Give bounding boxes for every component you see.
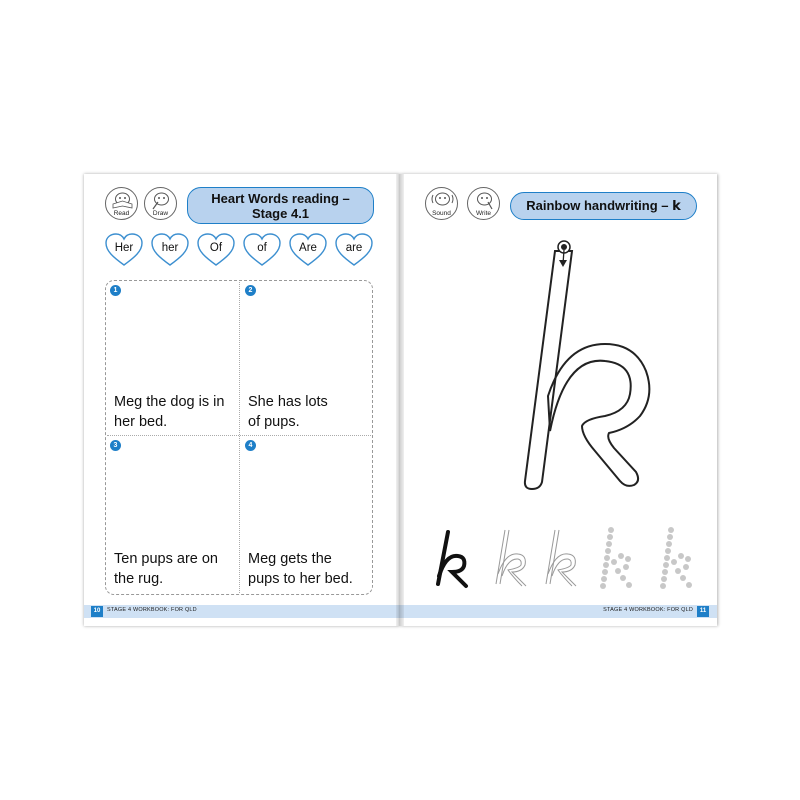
left-footer: 10 STAGE 4 WORKBOOK: FOR QLD bbox=[84, 605, 400, 618]
panel-number-badge: 3 bbox=[110, 440, 121, 451]
panel-caption: Meg the dog is in her bed. bbox=[114, 392, 240, 432]
caption-line: of pups. bbox=[248, 414, 300, 430]
footer-text: STAGE 4 WORKBOOK: FOR QLD bbox=[107, 607, 197, 613]
page-number: 10 bbox=[91, 606, 103, 617]
caption-line: her bed. bbox=[114, 414, 168, 430]
title-letter: k bbox=[672, 199, 681, 214]
right-page: Sound Write Rainbow handwriting – k STAG… bbox=[400, 174, 717, 626]
book-gutter bbox=[396, 174, 404, 626]
caption-line: Ten pups are on bbox=[114, 551, 218, 567]
practice-letters-row bbox=[436, 527, 692, 589]
heart-word-label: Are bbox=[299, 242, 317, 254]
dotted-k-icon bbox=[660, 527, 692, 589]
write-icon: Write bbox=[467, 187, 500, 220]
heart-word-label: Of bbox=[209, 242, 223, 254]
outline-k-icon bbox=[495, 529, 527, 587]
heart-word-label: are bbox=[345, 242, 363, 254]
read-icon: Read bbox=[105, 187, 138, 220]
outline-k-icon bbox=[545, 529, 577, 587]
solid-k-icon bbox=[436, 530, 468, 588]
caption-line: Meg the dog is in bbox=[114, 394, 225, 410]
caption-line: Meg gets the bbox=[248, 551, 332, 567]
sound-label: Sound bbox=[432, 210, 451, 217]
page-number: 11 bbox=[697, 606, 709, 617]
left-page: Read Draw Heart Words reading – Stage 4.… bbox=[84, 174, 400, 626]
heart-word-of: of bbox=[243, 233, 281, 267]
read-label: Read bbox=[113, 210, 130, 217]
title-line-1: Heart Words reading – bbox=[211, 191, 350, 206]
draw-icon: Draw bbox=[144, 187, 177, 220]
heart-word-are: are bbox=[335, 233, 373, 267]
panel-number-badge: 1 bbox=[110, 285, 121, 296]
panel-divider-vertical bbox=[239, 282, 240, 593]
heart-word-label: Her bbox=[114, 242, 134, 254]
dotted-k-icon bbox=[600, 527, 632, 589]
heart-word-of-capital: Of bbox=[197, 233, 235, 267]
title-line-2: Stage 4.1 bbox=[251, 206, 310, 221]
sound-icon: Sound bbox=[425, 187, 458, 220]
title-text: Rainbow handwriting – bbox=[526, 198, 669, 213]
heart-word-label: her bbox=[161, 242, 179, 254]
panel-caption: She has lots of pups. bbox=[248, 392, 374, 432]
write-label: Write bbox=[475, 210, 492, 217]
page-title: Rainbow handwriting – k bbox=[510, 192, 697, 220]
footer-text: STAGE 4 WORKBOOK: FOR QLD bbox=[603, 607, 693, 613]
heart-word-are-capital: Are bbox=[289, 233, 327, 267]
panel-number-badge: 2 bbox=[245, 285, 256, 296]
panel-divider-horizontal bbox=[107, 435, 371, 436]
caption-line: She has lots bbox=[248, 394, 328, 410]
heart-word-her: her bbox=[151, 233, 189, 267]
panel-caption: Ten pups are on the rug. bbox=[114, 549, 240, 589]
caption-line: pups to her bed. bbox=[248, 571, 353, 587]
panel-number-badge: 4 bbox=[245, 440, 256, 451]
panel-caption: Meg gets the pups to her bed. bbox=[248, 549, 374, 589]
right-footer: STAGE 4 WORKBOOK: FOR QLD 11 bbox=[400, 605, 717, 618]
heart-word-her-capital: Her bbox=[105, 233, 143, 267]
workbook-spread: Read Draw Heart Words reading – Stage 4.… bbox=[84, 174, 717, 626]
page-title: Heart Words reading – Stage 4.1 bbox=[187, 187, 374, 224]
draw-label: Draw bbox=[152, 210, 169, 217]
letter-k-outline-icon bbox=[523, 240, 651, 491]
caption-line: the rug. bbox=[114, 571, 164, 587]
heart-word-label: of bbox=[257, 242, 267, 254]
